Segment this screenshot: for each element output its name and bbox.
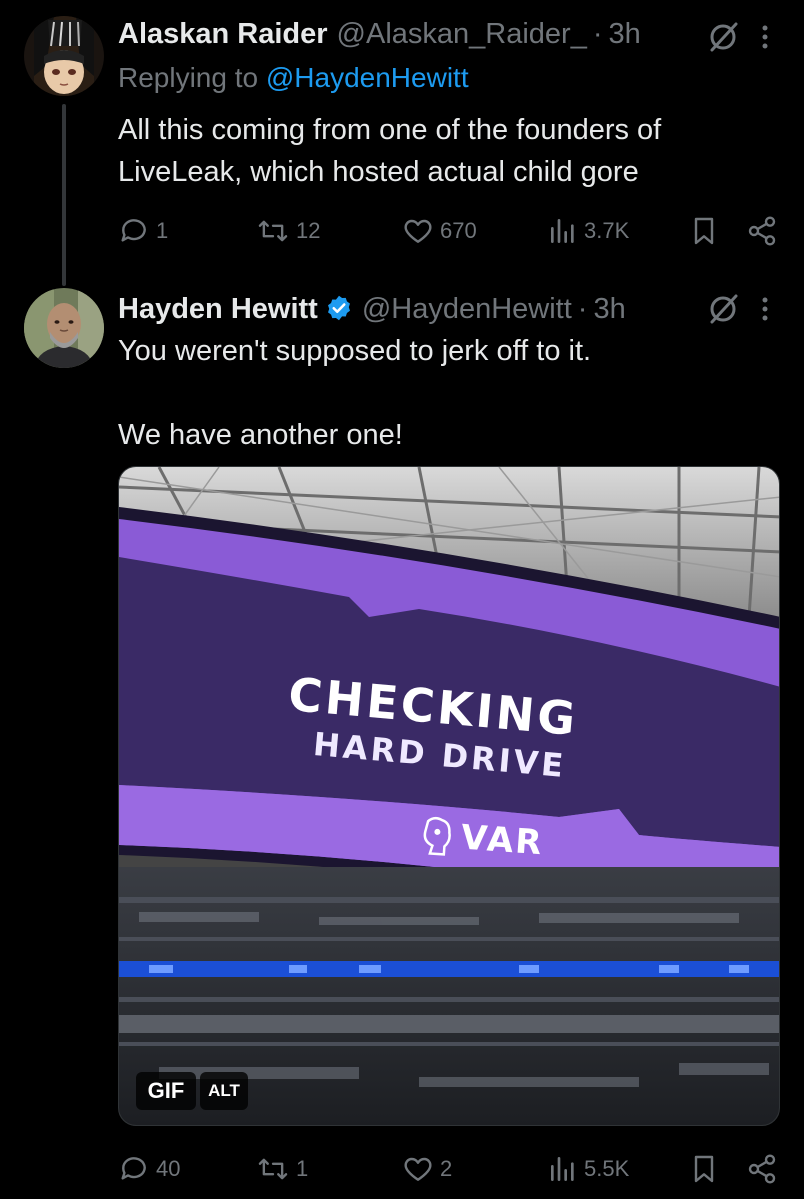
like-icon	[404, 219, 432, 243]
var-logo-text: VAR	[459, 817, 545, 864]
avatar-hayden-hewitt[interactable]	[24, 288, 104, 368]
stadium-scene-image	[119, 467, 779, 1125]
var-logo: VAR	[418, 815, 545, 864]
repost-count: 12	[296, 218, 321, 243]
display-name[interactable]: Hayden Hewitt	[118, 293, 318, 326]
gif-badge[interactable]: GIF	[136, 1072, 196, 1110]
like-icon	[404, 1157, 432, 1181]
replying-to-label: Replying to	[118, 62, 259, 93]
like-count: 2	[440, 1156, 453, 1181]
views-icon	[551, 219, 574, 243]
reply-count: 40	[156, 1156, 181, 1181]
verified-badge-icon[interactable]	[325, 294, 353, 322]
tweet1-action-bar: 1 12 670 3.7K	[118, 211, 782, 251]
reply-button[interactable]: 40	[118, 1149, 180, 1189]
thread-connector-line	[62, 104, 66, 286]
lion-crest-icon	[423, 816, 451, 856]
replying-to-mention[interactable]: @HaydenHewitt	[266, 62, 469, 93]
bookmark-button[interactable]	[690, 1149, 718, 1189]
like-count: 670	[440, 218, 477, 243]
tweet2-action-bar: 40 1 2 5.5K	[118, 1149, 782, 1189]
replying-to-line: Replying to @HaydenHewitt	[118, 62, 469, 94]
user-handle[interactable]: @Alaskan_Raider_	[337, 18, 587, 51]
separator-dot: ·	[592, 18, 603, 50]
media-gif[interactable]: CHECKING HARD DRIVE VAR	[118, 466, 780, 1126]
views-button[interactable]: 5.5K	[548, 1149, 629, 1189]
share-button[interactable]	[746, 211, 778, 251]
share-button[interactable]	[746, 1149, 778, 1189]
separator-dot: ·	[577, 293, 588, 325]
repost-count: 1	[296, 1156, 309, 1181]
bookmark-button[interactable]	[690, 211, 718, 251]
bookmark-icon	[694, 1155, 714, 1183]
repost-button[interactable]: 1	[256, 1149, 308, 1189]
tweet-text: All this coming from one of the founders…	[118, 114, 662, 188]
avatar-alaskan-raider[interactable]	[24, 16, 104, 96]
repost-button[interactable]: 12	[256, 211, 320, 251]
views-count: 3.7K	[584, 218, 630, 243]
display-name[interactable]: Alaskan Raider	[118, 18, 328, 51]
views-icon	[551, 1157, 574, 1181]
repost-icon	[258, 220, 288, 242]
reply-count: 1	[156, 218, 169, 243]
views-count: 5.5K	[584, 1156, 630, 1181]
timestamp[interactable]: 3h	[609, 18, 641, 51]
more-icon[interactable]	[759, 20, 771, 54]
reply-button[interactable]: 1	[118, 211, 168, 251]
grok-icon[interactable]	[706, 292, 740, 326]
bookmark-icon	[694, 217, 714, 245]
reply-icon	[121, 219, 146, 242]
like-button[interactable]: 670	[402, 211, 477, 251]
tweet1-header: Alaskan Raider @Alaskan_Raider_ · 3h	[118, 18, 641, 51]
user-handle[interactable]: @HaydenHewitt	[362, 293, 572, 326]
timestamp[interactable]: 3h	[593, 293, 625, 326]
tweet-text: You weren't supposed to jerk off to it. …	[118, 335, 592, 451]
views-button[interactable]: 3.7K	[548, 211, 629, 251]
like-button[interactable]: 2	[402, 1149, 452, 1189]
more-icon[interactable]	[759, 292, 771, 326]
share-icon	[748, 216, 776, 246]
alt-text-badge[interactable]: ALT	[200, 1072, 248, 1110]
repost-icon	[258, 1158, 288, 1180]
share-icon	[748, 1154, 776, 1184]
grok-icon[interactable]	[706, 20, 740, 54]
tweet2-header: Hayden Hewitt @HaydenHewitt · 3h	[118, 290, 626, 326]
reply-icon	[121, 1157, 146, 1180]
